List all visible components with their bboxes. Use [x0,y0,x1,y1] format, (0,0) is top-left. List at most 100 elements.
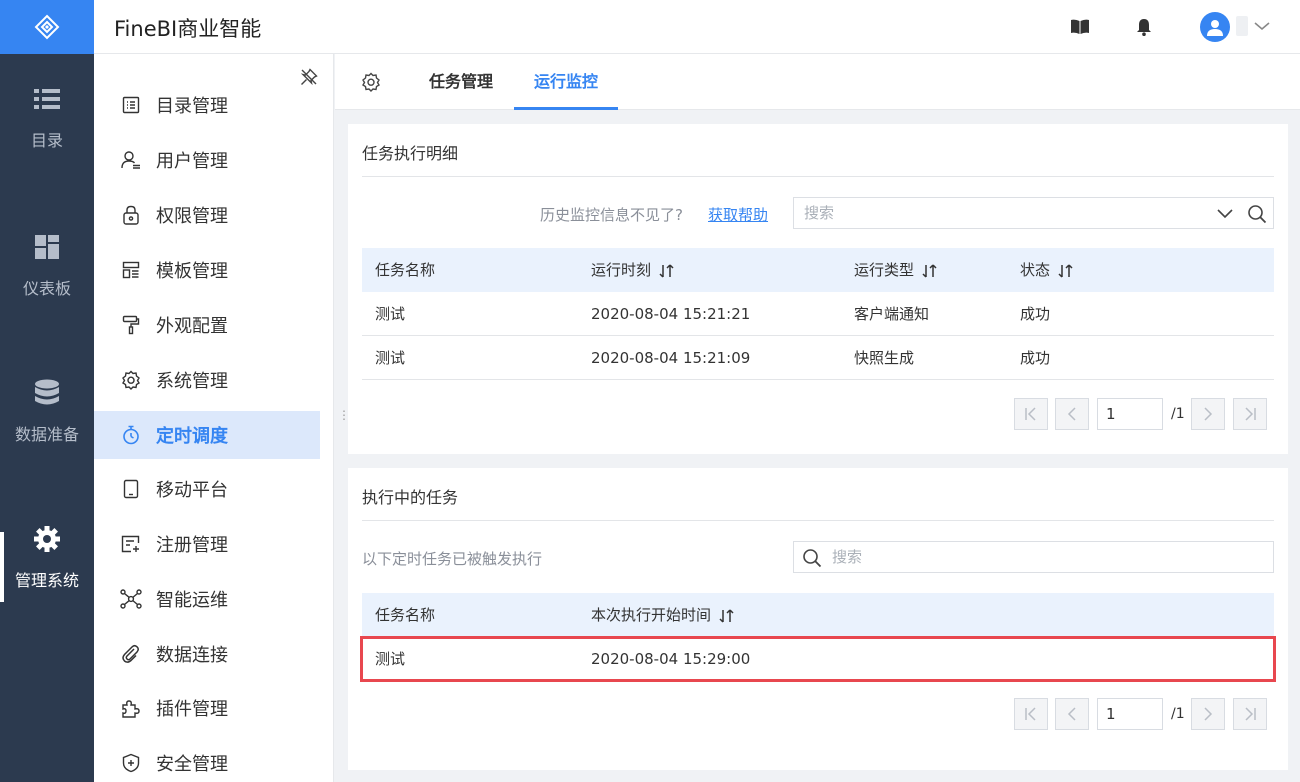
sort-icon[interactable] [922,263,938,278]
stopwatch-icon [120,424,142,446]
search-icon[interactable] [802,548,822,568]
menu-item-label: 智能运维 [156,590,228,611]
rail-item-dashboard[interactable]: 仪表板 [0,218,94,314]
get-help-link[interactable]: 获取帮助 [708,204,768,225]
chevron-down-icon[interactable] [1254,20,1270,32]
chevron-left-icon [1067,707,1076,721]
register-icon [120,533,142,555]
menu-item-label: 移动平台 [156,480,228,501]
last-page-button[interactable] [1233,398,1267,430]
column-label: 运行时刻 [591,261,652,279]
book-icon[interactable] [1070,17,1090,37]
next-page-button[interactable] [1191,698,1225,730]
logo-icon [34,14,60,40]
table-row[interactable]: 测试 2020-08-04 15:29:00 [362,637,1274,681]
sort-icon[interactable] [719,608,735,623]
menu-item-label: 安全管理 [156,754,228,775]
search-icon[interactable] [1247,204,1267,224]
column-header-run-time[interactable]: 运行时刻 [591,248,675,292]
rail-item-admin[interactable]: 管理系统 [0,510,94,606]
cell-status: 成功 [1020,349,1051,367]
avatar[interactable] [1200,12,1230,42]
column-header-task-name[interactable]: 任务名称 [375,593,435,637]
menu-item-registration[interactable]: 注册管理 [94,520,320,568]
chevron-down-icon[interactable] [1216,208,1234,220]
last-page-button[interactable] [1233,698,1267,730]
prev-page-button[interactable] [1055,398,1089,430]
menu-item-plugins[interactable]: 插件管理 [94,684,320,732]
menu-item-ops[interactable]: 智能运维 [94,575,320,623]
shield-icon [120,752,142,774]
page-total: /1 [1171,706,1185,722]
column-header-status[interactable]: 状态 [1020,248,1074,292]
menu-item-label: 目录管理 [156,96,228,117]
settings-gear-icon[interactable] [361,72,381,92]
history-search-input[interactable] [804,204,1204,222]
menu-item-users[interactable]: 用户管理 [94,136,320,184]
table-row[interactable]: 测试 2020-08-04 15:21:09 快照生成 成功 [362,336,1274,380]
next-page-button[interactable] [1191,398,1225,430]
menu-item-appearance[interactable]: 外观配置 [94,301,320,349]
first-page-button[interactable] [1014,398,1048,430]
menu-item-data-connection[interactable]: 数据连接 [94,630,320,678]
app-logo[interactable] [0,0,94,54]
menu-item-label: 用户管理 [156,151,228,172]
sort-icon[interactable] [659,263,675,278]
column-header-task-name[interactable]: 任务名称 [375,248,435,292]
rail-item-label: 目录 [30,131,63,150]
history-search-box [793,197,1274,229]
menu-item-label: 插件管理 [156,699,228,720]
table-row[interactable]: 测试 2020-08-04 15:21:21 客户端通知 成功 [362,292,1274,336]
menu-item-scheduling[interactable]: 定时调度 [94,411,320,459]
paint-roller-icon [120,314,142,336]
divider [362,176,1274,177]
page-number-input[interactable] [1097,698,1163,730]
menu-item-label: 权限管理 [156,206,228,227]
admin-side-menu: 目录管理 用户管理 权限管理 模板管理 外观配置 系统管理 定时调度 移动平台 … [94,54,334,782]
menu-item-directory[interactable]: 目录管理 [94,81,320,129]
cell-start-time: 2020-08-04 15:29:00 [591,650,751,668]
page-number-input[interactable] [1097,398,1163,430]
top-header: FineBI商业智能 [94,0,1300,54]
bell-icon[interactable] [1134,17,1154,37]
column-label: 任务名称 [375,606,436,624]
tab-run-monitor[interactable]: 运行监控 [514,54,619,110]
prev-page-button[interactable] [1055,698,1089,730]
list-icon [33,85,61,113]
username [1236,16,1248,36]
dashboard-icon [33,233,61,261]
puzzle-icon [120,697,142,719]
card-title: 执行中的任务 [362,488,459,507]
tab-task-management[interactable]: 任务管理 [429,54,493,110]
rail-item-catalog[interactable]: 目录 [0,70,94,166]
gear-icon [120,369,142,391]
rail-item-data-prep[interactable]: 数据准备 [0,364,94,460]
column-header-start-time[interactable]: 本次执行开始时间 [591,593,735,637]
first-page-button[interactable] [1014,698,1048,730]
column-label: 运行类型 [854,261,915,279]
user-icon [120,149,142,171]
cell-run-time: 2020-08-04 15:21:21 [591,305,751,323]
running-search-input[interactable] [832,548,1252,566]
column-header-run-type[interactable]: 运行类型 [854,248,938,292]
sort-icon[interactable] [1058,263,1074,278]
last-page-icon [1245,707,1256,721]
template-icon [120,259,142,281]
network-icon [120,588,142,610]
app-title: FineBI商业智能 [114,17,262,41]
menu-item-security[interactable]: 安全管理 [94,739,320,782]
rail-item-label: 数据准备 [14,425,79,444]
menu-item-label: 系统管理 [156,371,228,392]
card-title: 任务执行明细 [362,144,459,163]
menu-item-templates[interactable]: 模板管理 [94,246,320,294]
paperclip-icon [120,643,142,665]
menu-item-permissions[interactable]: 权限管理 [94,191,320,239]
tab-bar: 任务管理 运行监控 [335,54,1300,110]
column-label: 任务名称 [375,261,436,279]
cell-task-name: 测试 [375,305,406,323]
running-search-box [793,541,1274,573]
history-table-header: 任务名称 运行时刻 运行类型 状态 [362,248,1274,292]
menu-item-system[interactable]: 系统管理 [94,356,320,404]
menu-item-mobile[interactable]: 移动平台 [94,465,320,513]
menu-item-label: 注册管理 [156,535,228,556]
